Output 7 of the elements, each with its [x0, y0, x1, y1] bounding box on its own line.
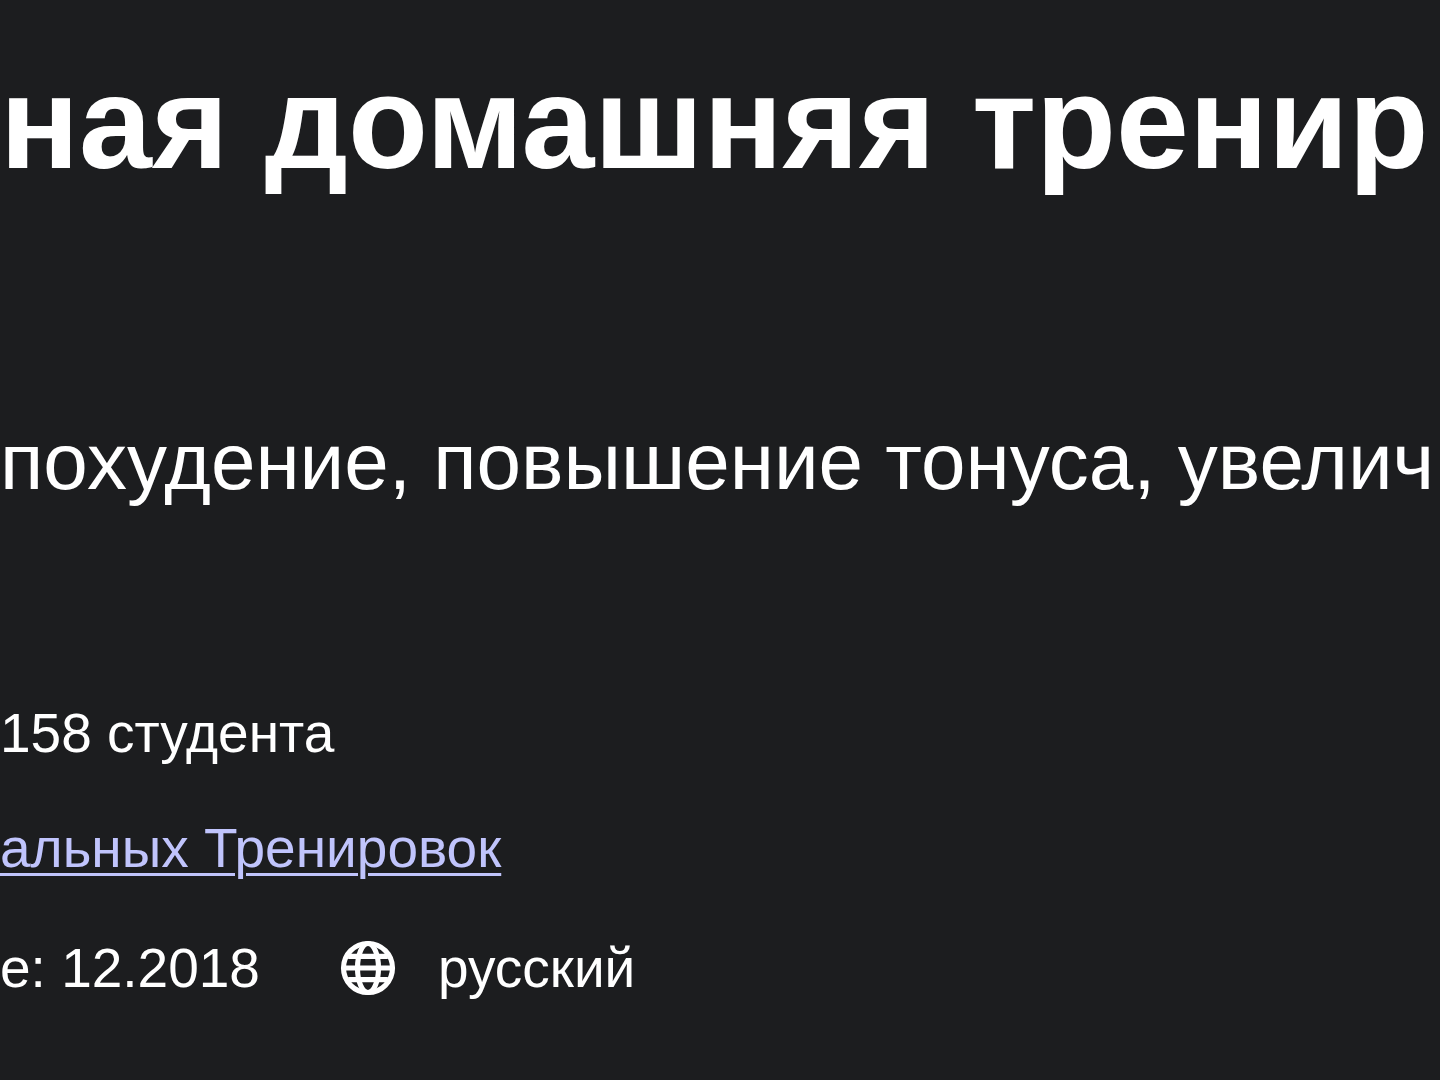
course-subtitle: похудение, повышение тонуса, увелич: [0, 418, 1435, 507]
student-count: 158 студента: [0, 703, 335, 764]
last-updated-date: е: 12.2018: [0, 938, 260, 999]
globe-icon: [339, 940, 396, 997]
author-link[interactable]: альных Тренировок: [0, 817, 502, 879]
course-language: русский: [437, 938, 636, 999]
course-title: ная домашняя тренир: [0, 48, 1429, 198]
